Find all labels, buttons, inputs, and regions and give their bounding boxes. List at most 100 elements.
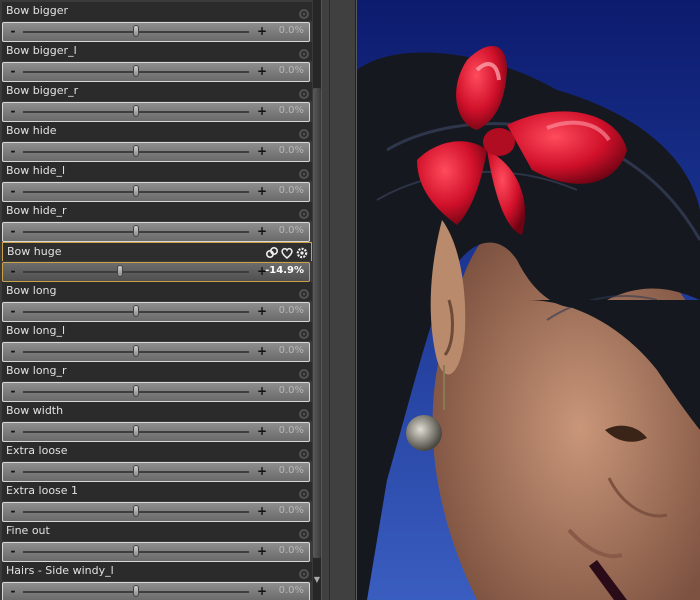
slider-control[interactable]: - + -14.9% bbox=[2, 262, 310, 282]
increment-button[interactable]: + bbox=[255, 383, 269, 401]
gear-icon[interactable] bbox=[298, 525, 310, 539]
increment-button[interactable]: + bbox=[255, 583, 269, 600]
increment-button[interactable]: + bbox=[255, 63, 269, 81]
decrement-button[interactable]: - bbox=[6, 183, 20, 201]
gear-icon[interactable] bbox=[298, 125, 310, 139]
slider-track[interactable] bbox=[23, 271, 249, 273]
scroll-down-arrow[interactable]: ▼ bbox=[313, 575, 321, 593]
slider-thumb[interactable] bbox=[133, 465, 139, 477]
slider-control[interactable]: - +0.0% bbox=[2, 422, 310, 442]
slider-thumb[interactable] bbox=[117, 265, 124, 277]
slider-thumb[interactable] bbox=[133, 545, 139, 557]
gear-icon[interactable] bbox=[298, 45, 310, 59]
slider-value[interactable]: 0.0% bbox=[279, 305, 304, 316]
slider-thumb[interactable] bbox=[133, 585, 139, 597]
decrement-button[interactable]: - bbox=[6, 63, 20, 81]
panel-scrollbar[interactable]: ▼ bbox=[313, 0, 321, 600]
decrement-button[interactable]: - bbox=[6, 143, 20, 161]
slider-thumb[interactable] bbox=[133, 505, 139, 517]
slider-thumb[interactable] bbox=[133, 185, 139, 197]
scrollbar-thumb[interactable] bbox=[313, 88, 321, 558]
increment-button[interactable]: + bbox=[255, 503, 269, 521]
slider-control[interactable]: - +0.0% bbox=[2, 462, 310, 482]
gear-icon[interactable] bbox=[295, 245, 309, 259]
gear-icon[interactable] bbox=[298, 325, 310, 339]
slider-value[interactable]: -14.9% bbox=[265, 265, 304, 276]
decrement-button[interactable]: - bbox=[6, 543, 20, 561]
slider-control[interactable]: - +0.0% bbox=[2, 22, 310, 42]
slider-thumb[interactable] bbox=[133, 105, 139, 117]
slider-value[interactable]: 0.0% bbox=[279, 505, 304, 516]
slider-row[interactable]: Bow long_l - +0.0% bbox=[0, 322, 316, 362]
slider-row[interactable]: Bow hide - +0.0% bbox=[0, 122, 316, 162]
slider-thumb[interactable] bbox=[133, 345, 139, 357]
increment-button[interactable]: + bbox=[255, 463, 269, 481]
gear-icon[interactable] bbox=[298, 445, 310, 459]
decrement-button[interactable]: - bbox=[6, 383, 20, 401]
decrement-button[interactable]: - bbox=[6, 583, 20, 600]
slider-control[interactable]: - +0.0% bbox=[2, 102, 310, 122]
decrement-button[interactable]: - bbox=[6, 263, 20, 281]
slider-control[interactable]: - +0.0% bbox=[2, 502, 310, 522]
gear-icon[interactable] bbox=[298, 5, 310, 19]
gear-icon[interactable] bbox=[298, 285, 310, 299]
increment-button[interactable]: + bbox=[255, 303, 269, 321]
gear-icon[interactable] bbox=[298, 165, 310, 179]
slider-control[interactable]: - +0.0% bbox=[2, 142, 310, 162]
slider-control[interactable]: - +0.0% bbox=[2, 582, 310, 600]
slider-value[interactable]: 0.0% bbox=[279, 425, 304, 436]
slider-row[interactable]: Bow long_r - +0.0% bbox=[0, 362, 316, 402]
gear-icon[interactable] bbox=[298, 485, 310, 499]
decrement-button[interactable]: - bbox=[6, 423, 20, 441]
increment-button[interactable]: + bbox=[255, 223, 269, 241]
slider-value[interactable]: 0.0% bbox=[279, 105, 304, 116]
slider-row[interactable]: Bow hide_r - +0.0% bbox=[0, 202, 316, 242]
slider-thumb[interactable] bbox=[133, 425, 139, 437]
slider-value[interactable]: 0.0% bbox=[279, 185, 304, 196]
increment-button[interactable]: + bbox=[255, 183, 269, 201]
slider-thumb[interactable] bbox=[133, 225, 139, 237]
slider-value[interactable]: 0.0% bbox=[279, 225, 304, 236]
link-icon[interactable] bbox=[265, 245, 279, 259]
slider-control[interactable]: - +0.0% bbox=[2, 62, 310, 82]
slider-value[interactable]: 0.0% bbox=[279, 585, 304, 596]
decrement-button[interactable]: - bbox=[6, 343, 20, 361]
render-viewport[interactable] bbox=[357, 0, 700, 600]
decrement-button[interactable]: - bbox=[6, 23, 20, 41]
heart-icon[interactable] bbox=[280, 245, 294, 259]
slider-value[interactable]: 0.0% bbox=[279, 25, 304, 36]
slider-control[interactable]: - +0.0% bbox=[2, 542, 310, 562]
slider-row[interactable]: Bow bigger_l - +0.0% bbox=[0, 42, 316, 82]
pane-divider[interactable] bbox=[321, 0, 357, 600]
gear-icon[interactable] bbox=[298, 405, 310, 419]
slider-row[interactable]: Bow hide_l - +0.0% bbox=[0, 162, 316, 202]
increment-button[interactable]: + bbox=[255, 103, 269, 121]
slider-control[interactable]: - +0.0% bbox=[2, 182, 310, 202]
slider-value[interactable]: 0.0% bbox=[279, 545, 304, 556]
decrement-button[interactable]: - bbox=[6, 503, 20, 521]
slider-value[interactable]: 0.0% bbox=[279, 385, 304, 396]
increment-button[interactable]: + bbox=[255, 23, 269, 41]
slider-row[interactable]: Bow width - +0.0% bbox=[0, 402, 316, 442]
slider-row[interactable]: Bow bigger - +0.0% bbox=[0, 2, 316, 42]
slider-row[interactable]: Extra loose 1 - +0.0% bbox=[0, 482, 316, 522]
slider-control[interactable]: - +0.0% bbox=[2, 382, 310, 402]
gear-icon[interactable] bbox=[298, 85, 310, 99]
slider-thumb[interactable] bbox=[133, 65, 139, 77]
gear-icon[interactable] bbox=[298, 565, 310, 579]
slider-value[interactable]: 0.0% bbox=[279, 65, 304, 76]
decrement-button[interactable]: - bbox=[6, 223, 20, 241]
slider-row[interactable]: Bow huge - + -14.9% bbox=[0, 242, 316, 282]
increment-button[interactable]: + bbox=[255, 423, 269, 441]
slider-row[interactable]: Bow bigger_r - +0.0% bbox=[0, 82, 316, 122]
slider-value[interactable]: 0.0% bbox=[279, 465, 304, 476]
slider-control[interactable]: - +0.0% bbox=[2, 222, 310, 242]
gear-icon[interactable] bbox=[298, 205, 310, 219]
decrement-button[interactable]: - bbox=[6, 463, 20, 481]
slider-row[interactable]: Bow long - +0.0% bbox=[0, 282, 316, 322]
increment-button[interactable]: + bbox=[255, 143, 269, 161]
slider-thumb[interactable] bbox=[133, 145, 139, 157]
slider-row[interactable]: Extra loose - +0.0% bbox=[0, 442, 316, 482]
slider-value[interactable]: 0.0% bbox=[279, 345, 304, 356]
decrement-button[interactable]: - bbox=[6, 303, 20, 321]
